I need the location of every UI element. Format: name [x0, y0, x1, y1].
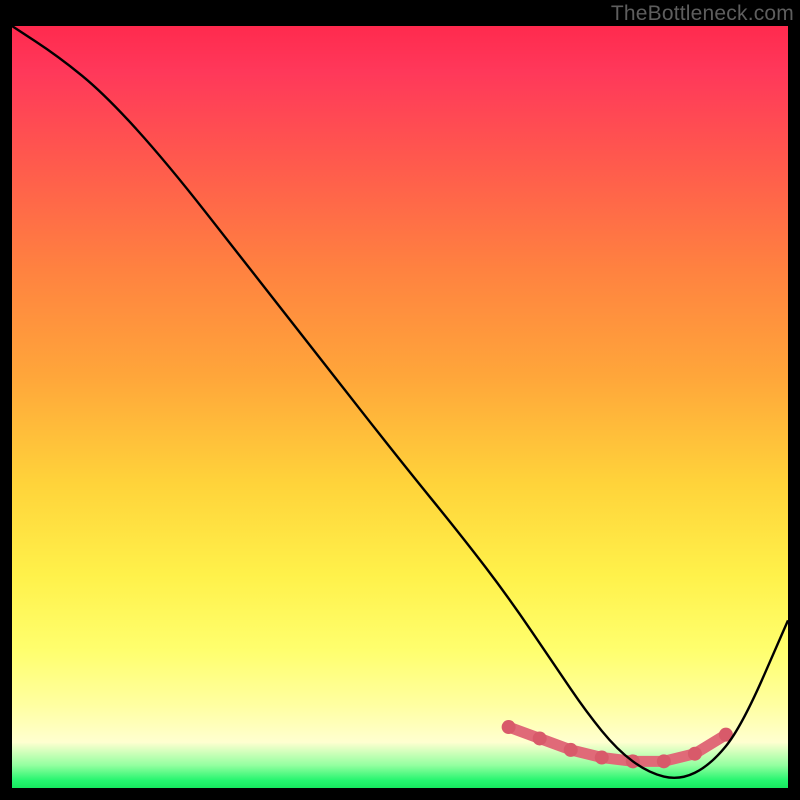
optimal-zone-dot	[533, 731, 547, 745]
chart-svg	[12, 26, 788, 788]
optimal-zone-dot	[688, 747, 702, 761]
curve-layer	[12, 26, 788, 778]
chart-frame: TheBottleneck.com	[0, 0, 800, 800]
optimal-zone-dot	[564, 743, 578, 757]
highlight-band	[502, 720, 733, 768]
optimal-zone-dot	[502, 720, 516, 734]
optimal-zone-dot	[595, 751, 609, 765]
bottleneck-curve	[12, 26, 788, 778]
optimal-zone-dot	[657, 754, 671, 768]
watermark-text: TheBottleneck.com	[611, 2, 794, 26]
